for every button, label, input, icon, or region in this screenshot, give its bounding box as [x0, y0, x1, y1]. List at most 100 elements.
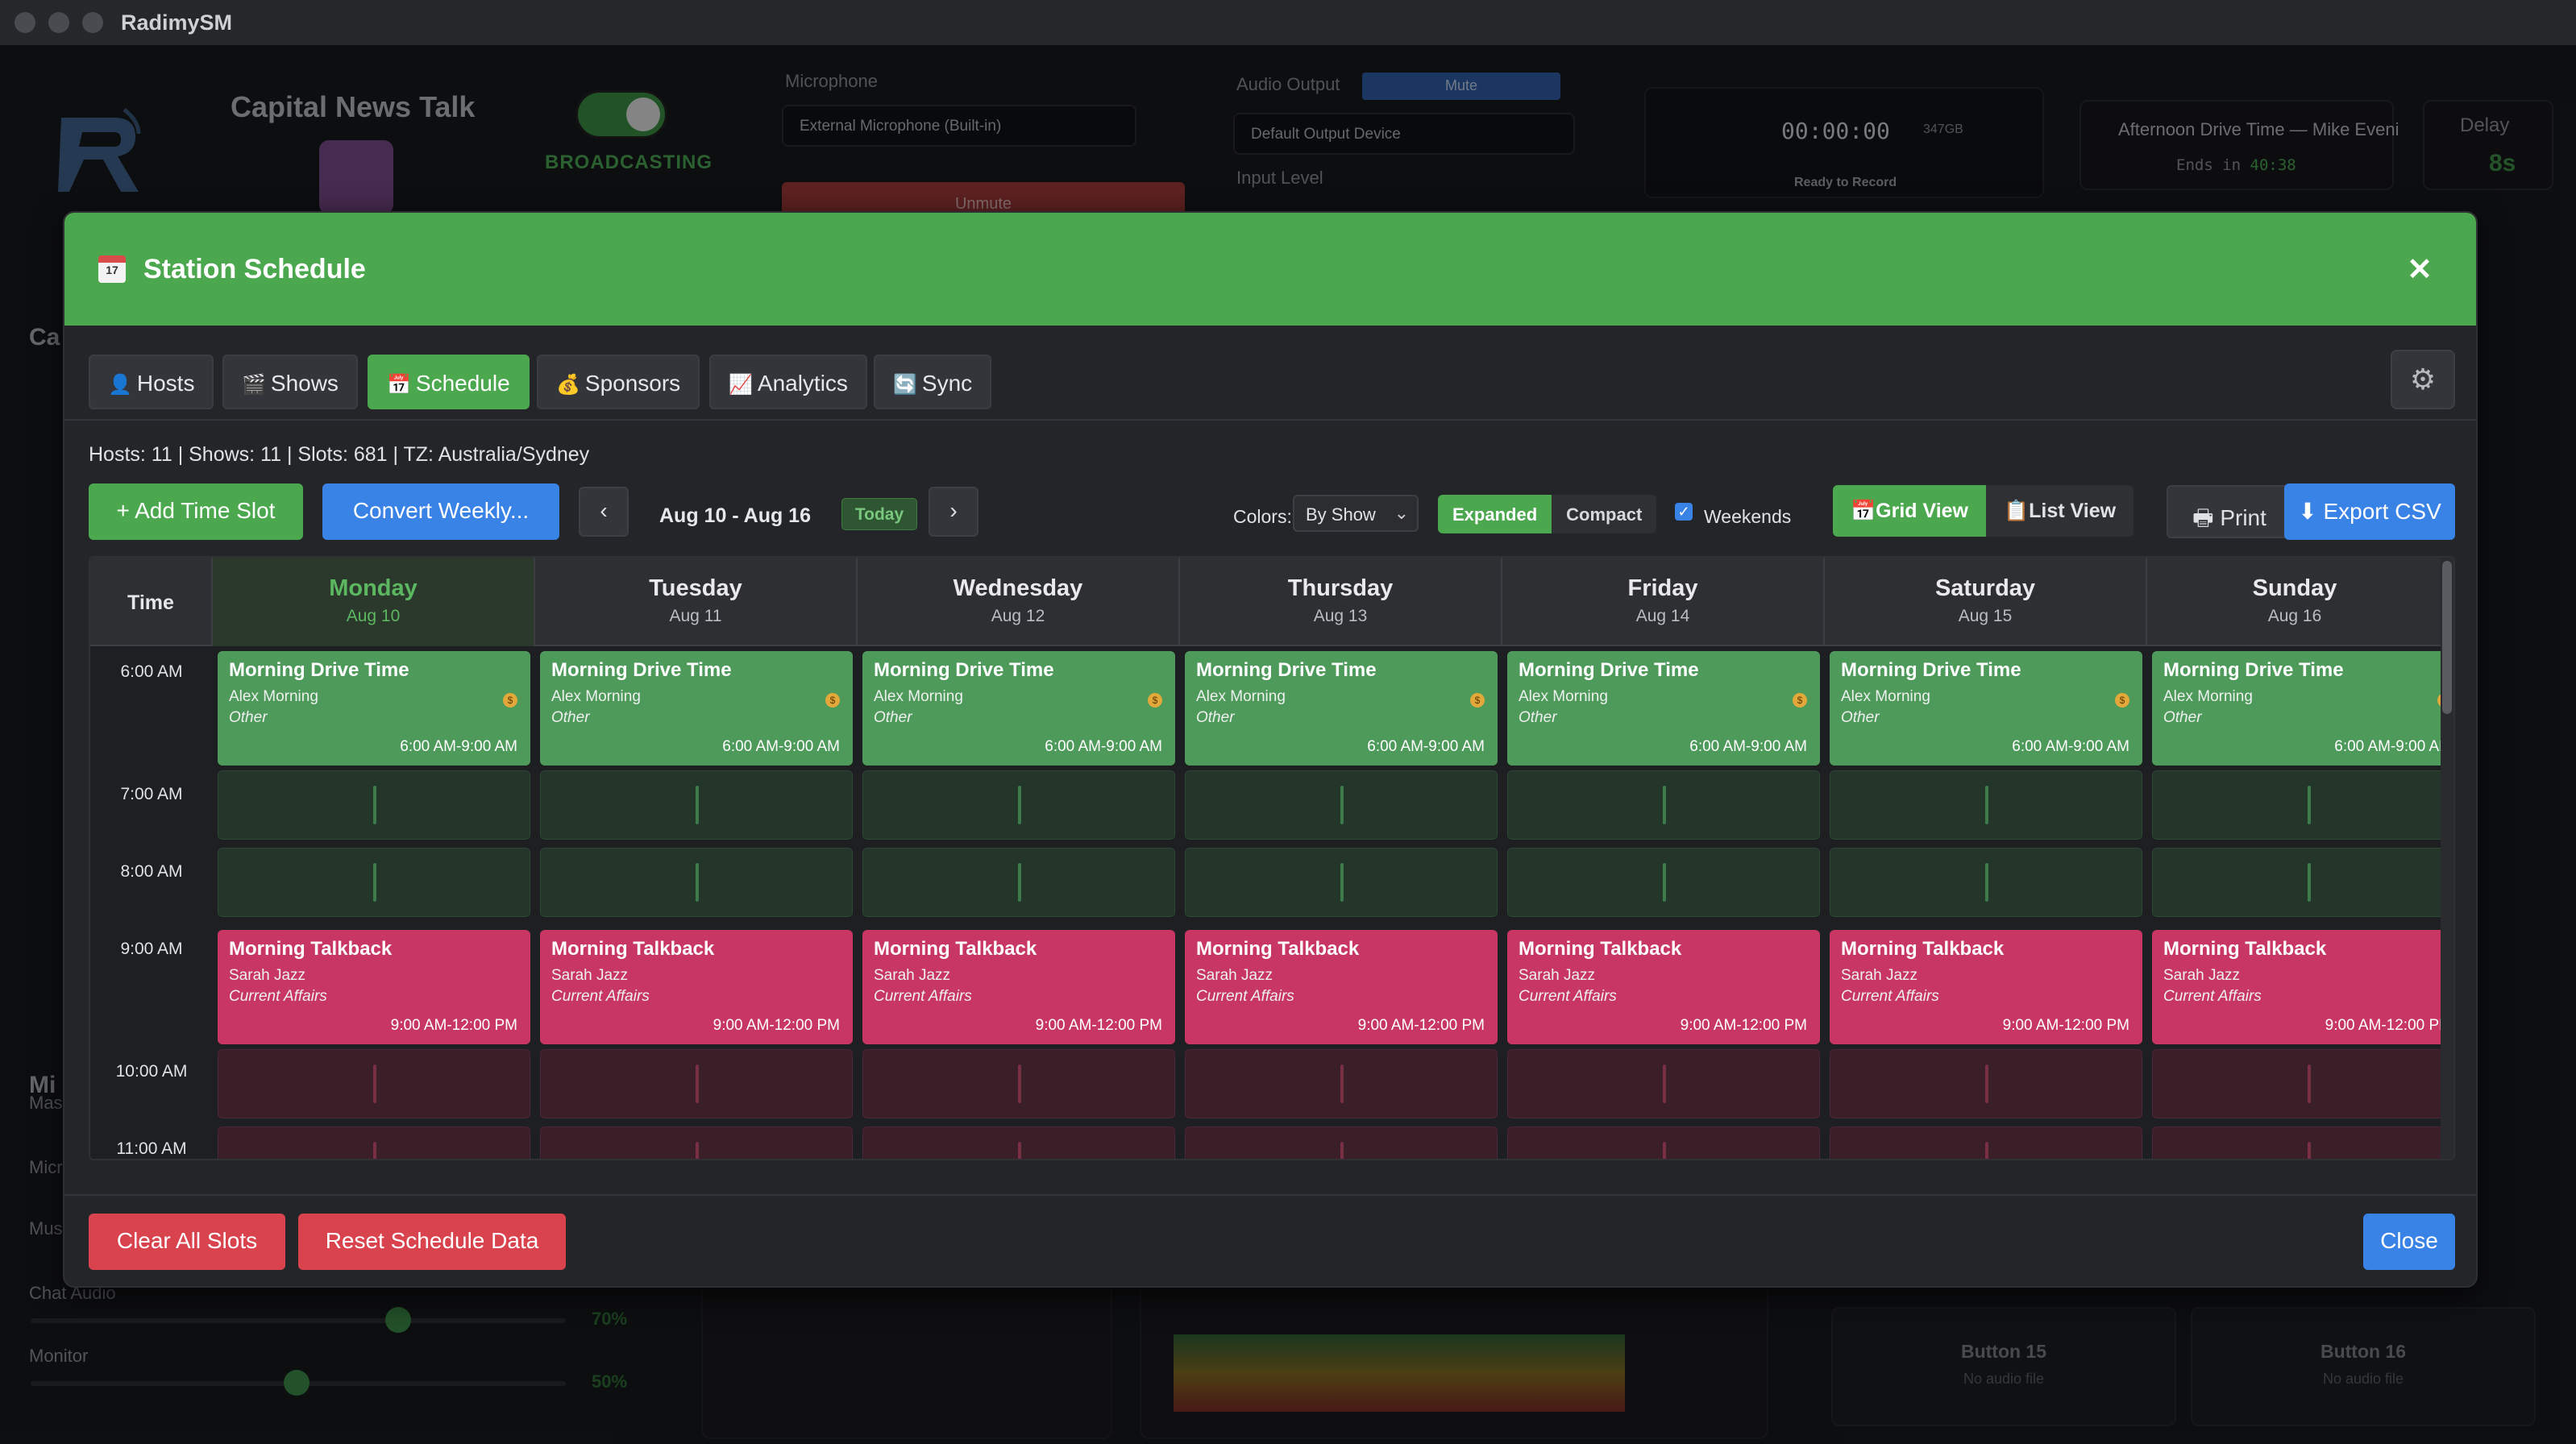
time-label: 10:00 AM [115, 1062, 188, 1081]
slot-continuation[interactable] [1830, 1127, 2142, 1159]
slot-title: Morning Talkback [1196, 938, 1360, 960]
schedule-slot[interactable]: Morning Drive Time Alex Morning Other 6:00 … [2152, 651, 2453, 766]
slot-continuation[interactable] [218, 1049, 530, 1118]
colors-select[interactable]: By Show ⌄ [1293, 495, 1419, 532]
grid-scrollbar[interactable] [2441, 558, 2453, 1159]
print-button[interactable]: 🖶 Print [2167, 485, 2292, 538]
slot-continuation[interactable] [1507, 1127, 1820, 1159]
chevron-left-icon: ‹ [600, 498, 608, 523]
sponsor-icon: $ [1148, 693, 1162, 707]
continuation-bar [696, 786, 699, 824]
convert-weekly-button[interactable]: Convert Weekly... [322, 483, 559, 540]
slot-continuation[interactable] [2152, 770, 2453, 840]
compact-option[interactable]: Compact [1552, 495, 1657, 533]
schedule-slot[interactable]: Morning Talkback Sarah Jazz Current Affair… [1830, 930, 2142, 1044]
schedule-slot[interactable]: Morning Talkback Sarah Jazz Current Affair… [540, 930, 853, 1044]
schedule-slot[interactable]: Morning Talkback Sarah Jazz Current Affair… [1507, 930, 1820, 1044]
day-name: Thursday [1287, 575, 1394, 601]
slot-continuation[interactable] [862, 770, 1175, 840]
clipboard-icon: 📋 [2004, 500, 2030, 522]
tab-sponsors[interactable]: 💰 Sponsors [537, 355, 700, 409]
window-minimize-control[interactable] [48, 12, 69, 33]
slot-continuation[interactable] [218, 770, 530, 840]
grid-scrollbar-thumb[interactable] [2442, 561, 2452, 714]
slot-title: Morning Talkback [1841, 938, 2005, 960]
weekends-checkbox[interactable]: ✓ [1675, 503, 1693, 521]
slot-continuation[interactable] [1507, 770, 1820, 840]
continuation-bar [1663, 1142, 1666, 1159]
day-header-sunday: Sunday Aug 16 [2147, 558, 2444, 646]
chevron-right-icon: › [949, 498, 958, 523]
tab-analytics[interactable]: 📈 Analytics [709, 355, 867, 409]
slot-continuation[interactable] [1185, 770, 1498, 840]
schedule-slot[interactable]: Morning Drive Time Alex Morning Other 6:00 … [1830, 651, 2142, 766]
schedule-slot[interactable]: Morning Drive Time Alex Morning Other 6:00 … [540, 651, 853, 766]
tab-hosts[interactable]: 👤 Hosts [89, 355, 214, 409]
window-close-control[interactable] [15, 12, 35, 33]
schedule-slot[interactable]: Morning Drive Time Alex Morning Other 6:00 … [1185, 651, 1498, 766]
schedule-slot[interactable]: Morning Talkback Sarah Jazz Current Affair… [862, 930, 1175, 1044]
tab-shows[interactable]: 🎬 Shows [222, 355, 358, 409]
slot-continuation[interactable] [540, 770, 853, 840]
slot-continuation[interactable] [862, 1049, 1175, 1118]
schedule-slot[interactable]: Morning Talkback Sarah Jazz Current Affair… [218, 930, 530, 1044]
day-header-thursday: Thursday Aug 13 [1180, 558, 1502, 646]
close-button[interactable]: Close [2363, 1214, 2455, 1270]
reset-schedule-button[interactable]: Reset Schedule Data [298, 1214, 566, 1270]
slot-continuation[interactable] [862, 1127, 1175, 1159]
day-name: Friday [1627, 575, 1698, 601]
slot-time: 6:00 AM-9:00 AM [1045, 738, 1162, 755]
close-icon[interactable]: ✕ [2407, 251, 2433, 288]
colors-select-value: By Show [1306, 504, 1376, 525]
grid-view-button[interactable]: 📅Grid View [1833, 485, 1986, 537]
day-header-friday: Friday Aug 14 [1502, 558, 1825, 646]
slot-continuation[interactable] [540, 1127, 853, 1159]
schedule-stats: Hosts: 11 | Shows: 11 | Slots: 681 | TZ:… [89, 443, 590, 466]
tab-sync[interactable]: 🔄 Sync [874, 355, 992, 409]
slot-genre: Current Affairs [229, 988, 327, 1005]
slot-continuation[interactable] [1507, 848, 1820, 917]
slot-continuation[interactable] [540, 1049, 853, 1118]
window-maximize-control[interactable] [82, 12, 103, 33]
continuation-bar [1018, 863, 1021, 902]
slot-continuation[interactable] [1830, 1049, 2142, 1118]
slot-title: Morning Talkback [1519, 938, 1682, 960]
today-button[interactable]: Today [841, 498, 917, 530]
schedule-slot[interactable]: Morning Drive Time Alex Morning Other 6:00 … [218, 651, 530, 766]
slot-continuation[interactable] [1185, 1049, 1498, 1118]
continuation-bar [1340, 1142, 1344, 1159]
slot-continuation[interactable] [2152, 848, 2453, 917]
time-label: 8:00 AM [120, 862, 183, 881]
schedule-slot[interactable]: Morning Talkback Sarah Jazz Current Affair… [1185, 930, 1498, 1044]
export-csv-button[interactable]: ⬇ Export CSV [2284, 483, 2455, 540]
schedule-slot[interactable]: Morning Drive Time Alex Morning Other 6:00 … [862, 651, 1175, 766]
prev-week-button[interactable]: ‹ [579, 487, 629, 537]
next-week-button[interactable]: › [929, 487, 978, 537]
continuation-bar [2308, 786, 2311, 824]
slot-continuation[interactable] [1830, 770, 2142, 840]
slot-continuation[interactable] [540, 848, 853, 917]
slot-genre: Current Affairs [2163, 988, 2262, 1005]
clear-all-slots-button[interactable]: Clear All Slots [89, 1214, 285, 1270]
slot-continuation[interactable] [1507, 1049, 1820, 1118]
schedule-slot[interactable]: Morning Drive Time Alex Morning Other 6:00 … [1507, 651, 1820, 766]
tab-schedule[interactable]: 📅 Schedule [368, 355, 530, 409]
slot-host: Sarah Jazz [551, 967, 629, 984]
schedule-slot[interactable]: Morning Talkback Sarah Jazz Current Affair… [2152, 930, 2453, 1044]
slot-continuation[interactable] [1185, 1127, 1498, 1159]
slot-continuation[interactable] [218, 848, 530, 917]
slot-continuation[interactable] [1830, 848, 2142, 917]
continuation-bar [1985, 863, 1988, 902]
slot-continuation[interactable] [862, 848, 1175, 917]
settings-gear-button[interactable]: ⚙ [2391, 350, 2455, 409]
slot-continuation[interactable] [2152, 1049, 2453, 1118]
money-bag-icon: 💰 [556, 374, 580, 396]
list-view-button[interactable]: 📋List View [1986, 485, 2134, 537]
continuation-bar [1018, 1142, 1021, 1159]
add-time-slot-button[interactable]: + Add Time Slot [89, 483, 303, 540]
slot-continuation[interactable] [218, 1127, 530, 1159]
slot-continuation[interactable] [2152, 1127, 2453, 1159]
slot-genre: Other [874, 709, 912, 726]
expanded-option[interactable]: Expanded [1438, 495, 1552, 533]
slot-continuation[interactable] [1185, 848, 1498, 917]
